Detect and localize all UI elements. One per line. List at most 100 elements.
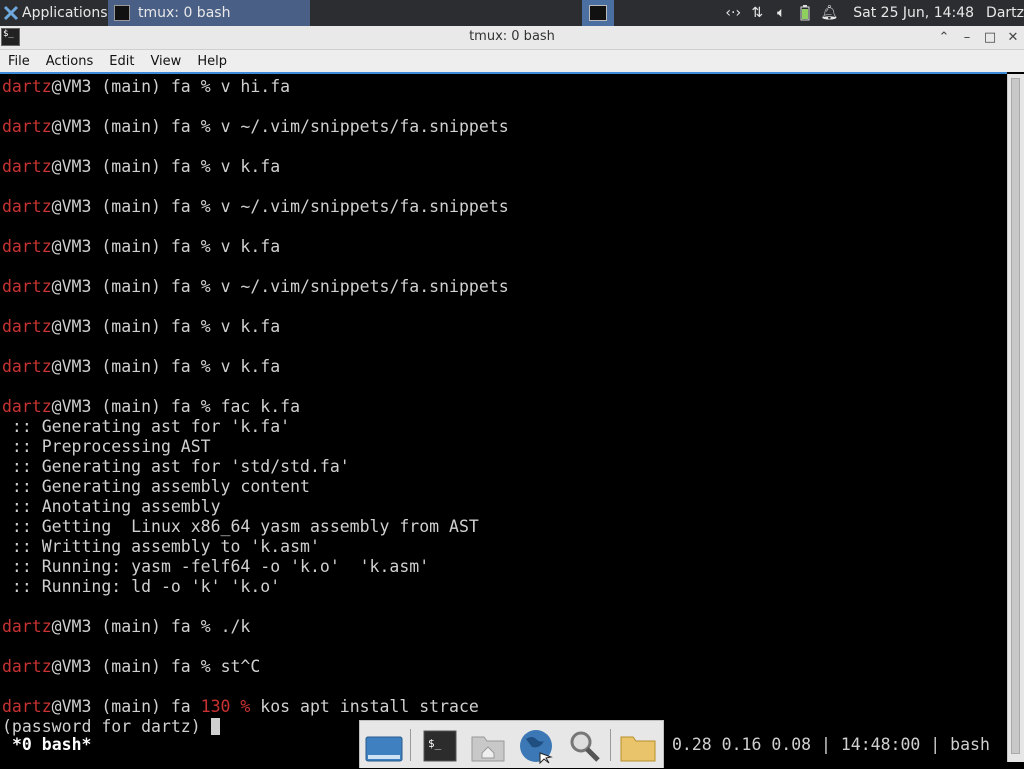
menu-edit[interactable]: Edit — [101, 54, 142, 69]
prompt-host: @VM3 (main) fa — [51, 657, 191, 676]
output-text: :: Generating assembly content — [2, 477, 310, 496]
output-text: :: Generating ast for 'std/std.fa' — [2, 457, 350, 476]
menu-help[interactable]: Help — [189, 54, 235, 69]
web-browser-icon[interactable] — [516, 727, 556, 765]
menu-file[interactable]: File — [0, 54, 38, 69]
prompt-host: @VM3 (main) fa — [51, 117, 191, 136]
menubar: File Actions Edit View Help — [0, 50, 1024, 72]
terminal-scrollbar[interactable] — [1007, 74, 1024, 762]
command-text: ./k — [220, 617, 251, 636]
tmux-window-label: *0 bash* — [12, 735, 92, 754]
window-title: tmux: 0 bash — [469, 29, 555, 44]
prompt-user: dartz — [2, 617, 52, 636]
prompt-host: @VM3 (main) fa — [51, 697, 191, 716]
prompt-host: @VM3 (main) fa — [51, 317, 191, 336]
tmux-status-right: 0.28 0.16 0.08 | 14:48:00 | bash — [672, 735, 990, 754]
command-text: v hi.fa — [220, 77, 291, 96]
applications-label: Applications — [22, 5, 108, 21]
command-text: st^C — [220, 657, 261, 676]
xfce-logo-icon — [2, 4, 20, 22]
terminal-line: dartz@VM3 (main) fa % v hi.fa — [2, 77, 291, 96]
dock-separator — [410, 729, 411, 761]
terminal-line: :: Anotating assembly — [2, 497, 509, 517]
prompt-host: @VM3 (main) fa — [51, 617, 191, 636]
prompt-user: dartz — [2, 237, 52, 256]
clock[interactable]: Sat 25 Jun, 14:48 — [853, 5, 974, 21]
prompt-user: dartz — [2, 697, 52, 716]
updown-arrows-icon[interactable]: ⇅ — [746, 5, 768, 21]
prompt-user: dartz — [2, 157, 52, 176]
command-text: v k.fa — [220, 157, 281, 176]
prompt-host: @VM3 (main) fa — [51, 397, 191, 416]
window-titlebar[interactable]: $_ tmux: 0 bash ⌃ – □ ✕ — [0, 26, 1024, 50]
dock-separator — [610, 729, 611, 761]
terminal-line: :: Writting assembly to 'k.asm' — [2, 537, 509, 557]
taskbar-window-label: tmux: 0 bash — [138, 5, 231, 21]
terminal-line: dartz@VM3 (main) fa % v k.fa — [2, 357, 281, 376]
close-button[interactable]: ✕ — [1003, 28, 1023, 48]
terminal-line: dartz@VM3 (main) fa % v ~/.vim/snippets/… — [2, 197, 509, 216]
terminal-line: dartz@VM3 (main) fa % v k.fa — [2, 237, 281, 256]
volume-icon[interactable]: 🔈︎ — [770, 5, 792, 21]
menu-actions[interactable]: Actions — [38, 54, 102, 69]
scrollbar-thumb[interactable] — [1011, 78, 1020, 754]
terminal-output: dartz@VM3 (main) fa % v hi.fa dartz@VM3 (… — [2, 77, 509, 737]
prompt-user: dartz — [2, 357, 52, 376]
files-icon[interactable] — [618, 727, 658, 765]
prompt-user: dartz — [2, 657, 52, 676]
user-menu[interactable]: Dartz — [986, 5, 1024, 21]
terminal-icon — [114, 5, 130, 21]
terminal-line: dartz@VM3 (main) fa % v k.fa — [2, 157, 281, 176]
minimize-button[interactable]: – — [957, 28, 977, 48]
chevron-up-icon[interactable]: ⌃ — [934, 28, 954, 48]
terminal-view[interactable]: dartz@VM3 (main) fa % v hi.fa dartz@VM3 (… — [0, 72, 1007, 762]
terminal-line: :: Generating ast for 'std/std.fa' — [2, 457, 509, 477]
text-cursor — [210, 718, 220, 735]
terminal-line: :: Running: yasm -felf64 -o 'k.o' 'k.asm… — [2, 557, 509, 577]
terminal-line: :: Generating ast for 'k.fa' — [2, 417, 509, 437]
command-text: v k.fa — [220, 317, 281, 336]
command-text: v k.fa — [220, 357, 281, 376]
dock: $_ — [359, 720, 664, 768]
command-text: v k.fa — [220, 237, 281, 256]
terminal-line: :: Getting Linux x86_64 yasm assembly fr… — [2, 517, 509, 537]
system-tray: ‹·› ⇅ 🔈︎ 🔔︎ Sat 25 Jun, 14:48 Dartz — [721, 0, 1024, 26]
search-icon[interactable] — [564, 727, 604, 765]
home-folder-icon[interactable] — [468, 727, 508, 765]
maximize-button[interactable]: □ — [980, 28, 1000, 48]
network-arrows-icon[interactable]: ‹·› — [722, 5, 744, 21]
terminal-line: dartz@VM3 (main) fa % st^C — [2, 657, 261, 676]
command-text: fac k.fa — [220, 397, 301, 416]
menu-view[interactable]: View — [142, 54, 189, 69]
terminal-launcher-button[interactable] — [582, 0, 614, 26]
bell-icon[interactable]: 🔔︎ — [818, 5, 840, 21]
terminal-line: dartz@VM3 (main) fa % fac k.fa — [2, 397, 301, 416]
command-text: v ~/.vim/snippets/fa.snippets — [220, 277, 509, 296]
applications-menu-button[interactable]: Applications — [0, 0, 108, 26]
prompt-user: dartz — [2, 77, 52, 96]
battery-icon[interactable] — [794, 5, 816, 21]
top-panel: Applications tmux: 0 bash ‹·› ⇅ 🔈︎ 🔔︎ Sa… — [0, 0, 1024, 26]
output-text: :: Preprocessing AST — [2, 437, 211, 456]
show-desktop-icon[interactable] — [364, 727, 404, 765]
terminal-line: dartz@VM3 (main) fa % v k.fa — [2, 317, 281, 336]
output-text: :: Writting assembly to 'k.asm' — [2, 537, 320, 556]
prompt-host: @VM3 (main) fa — [51, 237, 191, 256]
terminal-line: dartz@VM3 (main) fa % ./k — [2, 617, 251, 636]
terminal-line: :: Preprocessing AST — [2, 437, 509, 457]
prompt-host: @VM3 (main) fa — [51, 77, 191, 96]
taskbar-window-button[interactable]: tmux: 0 bash — [108, 0, 310, 26]
command-text: v ~/.vim/snippets/fa.snippets — [220, 117, 509, 136]
terminal-icon[interactable]: $_ — [420, 727, 460, 765]
output-text: :: Generating ast for 'k.fa' — [2, 417, 291, 436]
